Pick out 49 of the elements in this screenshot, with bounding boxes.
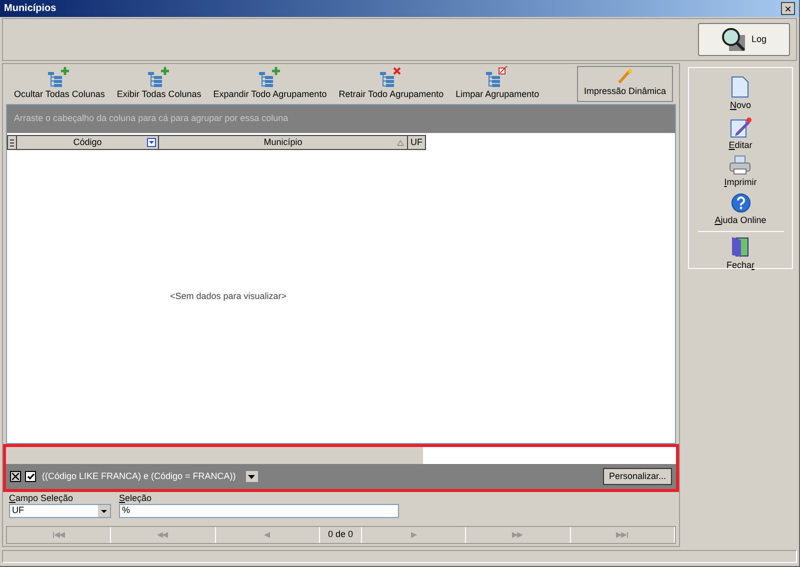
field-label: Seleção (119, 493, 153, 504)
tree-clear-icon (484, 66, 510, 88)
magnifier-icon (721, 26, 748, 52)
filter-checkbox[interactable] (25, 471, 36, 482)
action-button[interactable]: Editar (728, 116, 752, 152)
toolbar-button[interactable]: Limpar Agrupamento (450, 66, 544, 104)
toolbar-button[interactable]: Expandir Todo Agrupamento (208, 66, 332, 104)
next-icon (410, 532, 417, 538)
document-icon (731, 76, 750, 98)
action-button[interactable]: Fechar (726, 236, 754, 272)
dynamic-print-button[interactable]: Impressão Dinâmica (576, 66, 673, 102)
filter-expression[interactable]: ((Código LIKE FRANCA) e (Código = FRANCA)) (42, 470, 236, 484)
field-label: Campo Seleção (9, 493, 74, 504)
close-button[interactable]: × (781, 2, 795, 15)
empty-message: <Sem dados para visualizar> (170, 290, 287, 303)
last-icon (616, 532, 628, 538)
first-icon (52, 532, 65, 538)
column-header[interactable]: Código (17, 135, 159, 150)
action-button[interactable]: Ajuda Online (714, 192, 766, 227)
column-chooser-icon[interactable] (7, 135, 17, 150)
log-button[interactable]: Log (698, 23, 790, 56)
filter-icon[interactable] (147, 138, 156, 147)
window-title: Municípios (4, 2, 56, 16)
customize-button[interactable]: Personalizar... (602, 468, 672, 485)
filter-dropdown-button[interactable] (246, 471, 258, 482)
edit-document-icon (730, 116, 752, 138)
action-button[interactable]: Novo (730, 76, 751, 112)
toolbar-button[interactable]: Retrair Todo Agrupamento (334, 66, 449, 104)
help-icon (730, 192, 750, 212)
magic-wand-icon (616, 67, 634, 84)
rewind-icon (156, 532, 169, 538)
caret-icon (248, 474, 256, 478)
selection-field-dropdown[interactable]: UF (9, 504, 111, 518)
record-counter: 0 de 0 (320, 527, 362, 543)
previous-icon (264, 532, 270, 538)
group-panel-hint: Arraste o cabeçalho da coluna para cá para agrupar por essa coluna (14, 112, 288, 126)
column-header[interactable]: UF (408, 135, 426, 150)
sort-icon[interactable] (397, 140, 404, 146)
caret-icon[interactable] (98, 505, 110, 517)
printer-icon (729, 155, 752, 175)
selection-input[interactable]: % (119, 504, 399, 518)
fast-forward-icon (512, 532, 524, 538)
toolbar-button[interactable]: Ocultar Todas Colunas (9, 66, 110, 104)
door-icon (730, 236, 750, 258)
column-header[interactable]: Município (159, 135, 408, 150)
tree-add-icon (256, 66, 283, 88)
action-button[interactable]: Imprimir (724, 155, 757, 190)
toolbar-button[interactable]: Exibir Todas Colunas (112, 66, 206, 104)
clear-filter-button[interactable] (10, 471, 21, 482)
